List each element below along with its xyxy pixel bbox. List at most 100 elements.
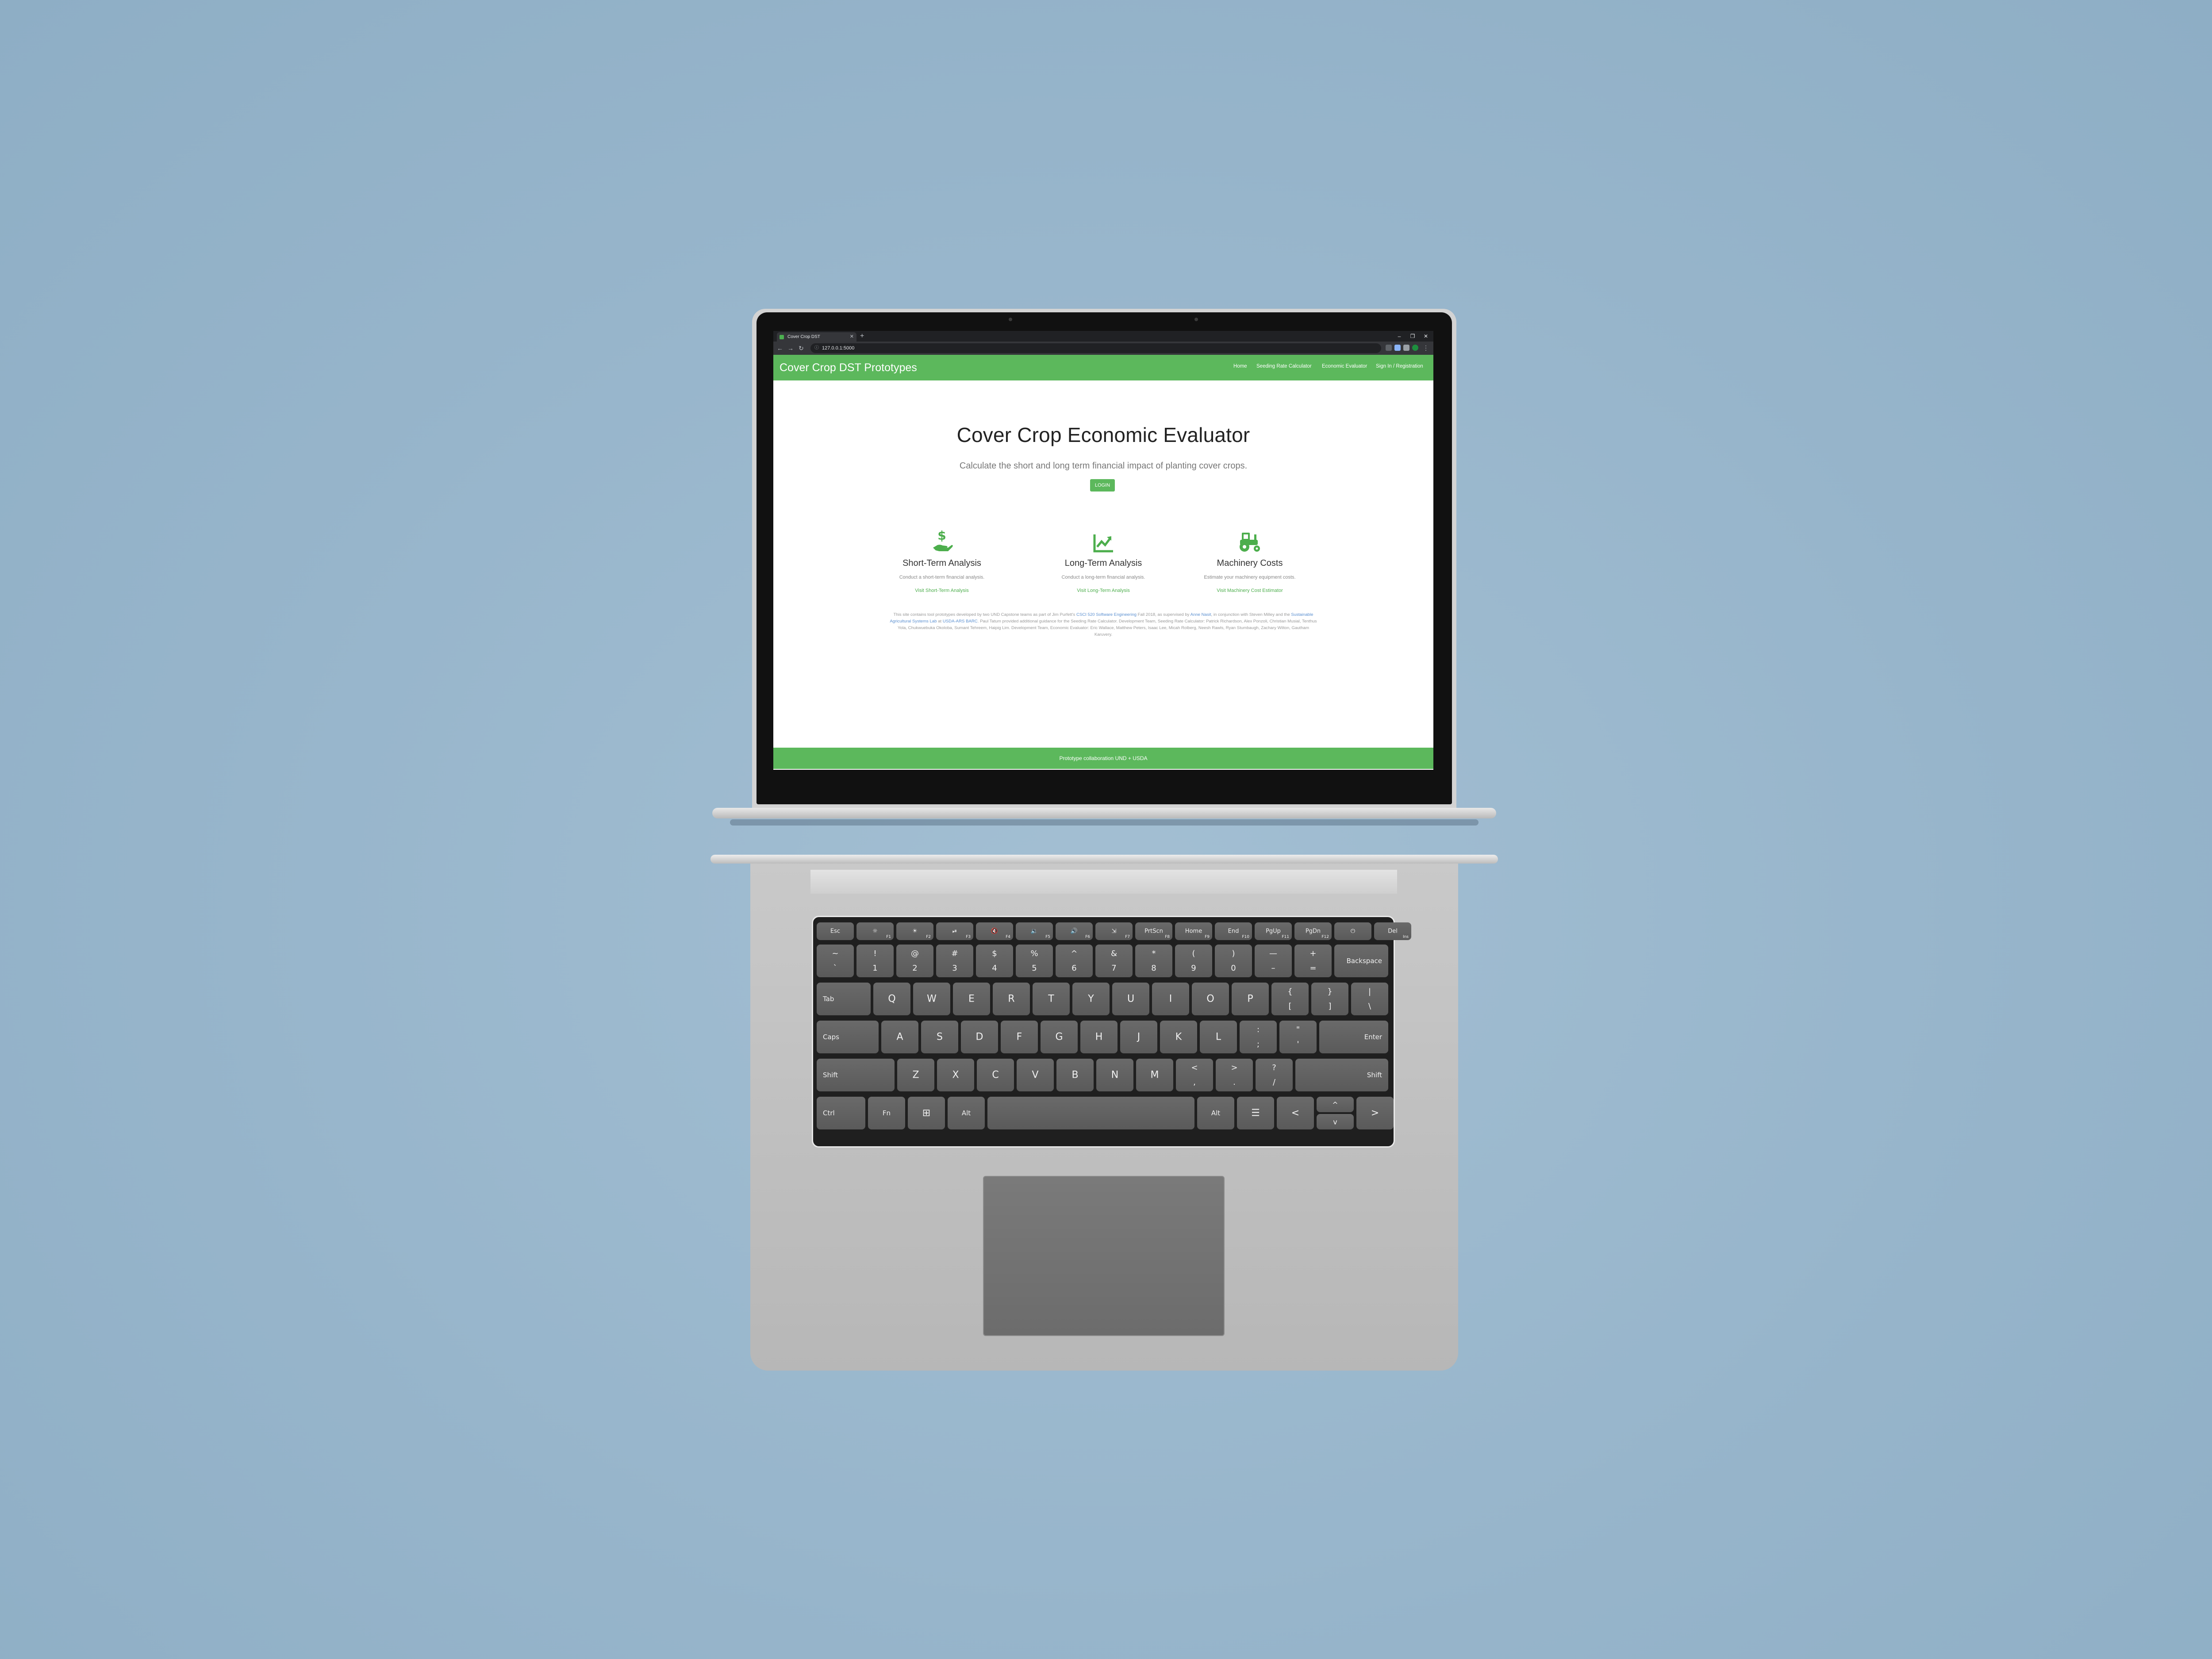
fn-key[interactable]: ☀ F2 bbox=[896, 922, 933, 940]
letter-key[interactable]: Z bbox=[897, 1059, 934, 1091]
browser-tab[interactable]: Cover Crop DST ✕ bbox=[777, 332, 856, 342]
maximize-button[interactable]: ❐ bbox=[1406, 331, 1419, 342]
letter-key[interactable]: V bbox=[1017, 1059, 1054, 1091]
letter-key[interactable]: X bbox=[937, 1059, 974, 1091]
fn-key[interactable]: 🔇 F4 bbox=[976, 922, 1013, 940]
letter-key[interactable]: E bbox=[953, 983, 990, 1015]
fn-key[interactable]: Esc bbox=[817, 922, 854, 940]
course-link[interactable]: CSCI 520 Software Engineering bbox=[1076, 612, 1137, 617]
fn-modifier-key[interactable]: Fn bbox=[868, 1097, 905, 1129]
nav-economic-evaluator[interactable]: Economic Evaluator bbox=[1322, 355, 1367, 378]
letter-key[interactable]: T bbox=[1033, 983, 1070, 1015]
back-icon[interactable]: ← bbox=[775, 342, 785, 355]
symbol-key[interactable]: <, bbox=[1176, 1059, 1213, 1091]
number-key[interactable]: — – bbox=[1255, 945, 1292, 977]
ctrl-key[interactable]: Ctrl bbox=[817, 1097, 865, 1129]
letter-key[interactable]: D bbox=[961, 1021, 998, 1053]
symbol-key[interactable]: :; bbox=[1240, 1021, 1277, 1053]
letter-key[interactable]: B bbox=[1056, 1059, 1094, 1091]
letter-key[interactable]: U bbox=[1112, 983, 1149, 1015]
supervisor-link[interactable]: Anne Nasit bbox=[1190, 612, 1211, 617]
number-key[interactable]: #3 bbox=[936, 945, 973, 977]
fn-key[interactable]: Home F9 bbox=[1175, 922, 1212, 940]
letter-key[interactable]: N bbox=[1096, 1059, 1133, 1091]
star-icon[interactable] bbox=[1386, 345, 1392, 351]
avatar[interactable] bbox=[1412, 345, 1418, 351]
long-term-analysis-link[interactable]: Visit Long-Term Analysis bbox=[1030, 588, 1176, 593]
usda-link[interactable]: USDA-ARS BARC bbox=[943, 619, 978, 624]
letter-key[interactable]: K bbox=[1160, 1021, 1197, 1053]
fn-key[interactable]: PrtScn F8 bbox=[1135, 922, 1172, 940]
number-key[interactable]: ) 0 bbox=[1215, 945, 1252, 977]
fn-key[interactable]: ⇲ F7 bbox=[1095, 922, 1133, 940]
right-arrow-key[interactable]: > bbox=[1356, 1097, 1394, 1129]
fn-key[interactable]: Del Ins bbox=[1374, 922, 1411, 940]
reload-icon[interactable]: ↻ bbox=[796, 342, 806, 355]
symbol-key[interactable]: }] bbox=[1311, 983, 1348, 1015]
machinery-cost-link[interactable]: Visit Machinery Cost Estimator bbox=[1177, 588, 1323, 593]
symbol-key[interactable]: ? / bbox=[1256, 1059, 1293, 1091]
nav-sign-in-registration[interactable]: Sign In / Registration bbox=[1376, 355, 1423, 378]
letter-key[interactable]: P bbox=[1232, 983, 1269, 1015]
down-arrow-key[interactable]: v bbox=[1317, 1114, 1354, 1129]
caps-key[interactable]: Caps bbox=[817, 1021, 879, 1053]
fn-key[interactable]: 🔉 F5 bbox=[1016, 922, 1053, 940]
letter-key[interactable]: J bbox=[1120, 1021, 1157, 1053]
trackpad[interactable] bbox=[983, 1176, 1225, 1336]
alt-key[interactable]: Alt bbox=[948, 1097, 985, 1129]
symbol-key[interactable]: " ' bbox=[1279, 1021, 1317, 1053]
backspace-key[interactable]: Backspace bbox=[1334, 945, 1388, 977]
number-key[interactable]: ~ ` bbox=[817, 945, 854, 977]
menu-key[interactable]: ☰ bbox=[1237, 1097, 1274, 1129]
minimize-button[interactable]: – bbox=[1393, 331, 1406, 342]
fn-key[interactable]: ☼ F1 bbox=[856, 922, 894, 940]
number-key[interactable]: @2 bbox=[896, 945, 933, 977]
menu-dots-icon[interactable]: ⋮ bbox=[1423, 344, 1429, 352]
letter-key[interactable]: W bbox=[913, 983, 950, 1015]
letter-key[interactable]: M bbox=[1136, 1059, 1173, 1091]
forward-icon[interactable]: → bbox=[786, 342, 795, 355]
nav-home[interactable]: Home bbox=[1233, 355, 1247, 378]
number-key[interactable]: * 8 bbox=[1135, 945, 1172, 977]
nav-seeding-rate-calculator[interactable]: Seeding Rate Calculator bbox=[1256, 355, 1312, 378]
letter-key[interactable]: C bbox=[977, 1059, 1014, 1091]
short-term-analysis-link[interactable]: Visit Short-Term Analysis bbox=[869, 588, 1015, 593]
close-tab-icon[interactable]: ✕ bbox=[850, 332, 854, 342]
symbol-key[interactable]: | \ bbox=[1351, 983, 1388, 1015]
fn-key[interactable]: ⏯ F3 bbox=[936, 922, 973, 940]
up-arrow-key[interactable]: ^ bbox=[1317, 1097, 1354, 1112]
letter-key[interactable]: S bbox=[921, 1021, 958, 1053]
number-key[interactable]: ^ 6 bbox=[1056, 945, 1093, 977]
right-shift-key[interactable]: Shift bbox=[1295, 1059, 1388, 1091]
left-arrow-key[interactable]: < bbox=[1277, 1097, 1314, 1129]
login-button[interactable]: LOGIN bbox=[1090, 479, 1115, 492]
extension-icon[interactable] bbox=[1403, 345, 1409, 351]
number-key[interactable]: & 7 bbox=[1095, 945, 1133, 977]
fn-key[interactable]: ⏻ bbox=[1334, 922, 1371, 940]
letter-key[interactable]: F bbox=[1001, 1021, 1038, 1053]
letter-key[interactable]: G bbox=[1041, 1021, 1078, 1053]
new-tab-button[interactable]: + bbox=[860, 332, 864, 341]
number-key[interactable]: + = bbox=[1294, 945, 1332, 977]
number-key[interactable]: % 5 bbox=[1016, 945, 1053, 977]
fn-key[interactable]: End F10 bbox=[1215, 922, 1252, 940]
letter-key[interactable]: Q bbox=[873, 983, 910, 1015]
letter-key[interactable]: Y bbox=[1072, 983, 1110, 1015]
fn-key[interactable]: 🔊 F6 bbox=[1056, 922, 1093, 940]
spacebar-key[interactable] bbox=[987, 1097, 1194, 1129]
symbol-key[interactable]: {[ bbox=[1271, 983, 1309, 1015]
letter-key[interactable]: O bbox=[1192, 983, 1229, 1015]
letter-key[interactable]: R bbox=[993, 983, 1030, 1015]
letter-key[interactable]: L bbox=[1200, 1021, 1237, 1053]
close-window-button[interactable]: ✕ bbox=[1419, 331, 1432, 342]
windows-key[interactable]: ⊞ bbox=[908, 1097, 945, 1129]
left-shift-key[interactable]: Shift bbox=[817, 1059, 895, 1091]
symbol-key[interactable]: >. bbox=[1216, 1059, 1253, 1091]
letter-key[interactable]: A bbox=[881, 1021, 918, 1053]
number-key[interactable]: $4 bbox=[976, 945, 1013, 977]
fn-key[interactable]: PgDn F12 bbox=[1294, 922, 1332, 940]
extension-icon[interactable] bbox=[1394, 345, 1401, 351]
tab-key[interactable]: Tab bbox=[817, 983, 871, 1015]
brand-link[interactable]: Cover Crop DST Prototypes bbox=[780, 355, 917, 380]
fn-key[interactable]: PgUp F11 bbox=[1255, 922, 1292, 940]
